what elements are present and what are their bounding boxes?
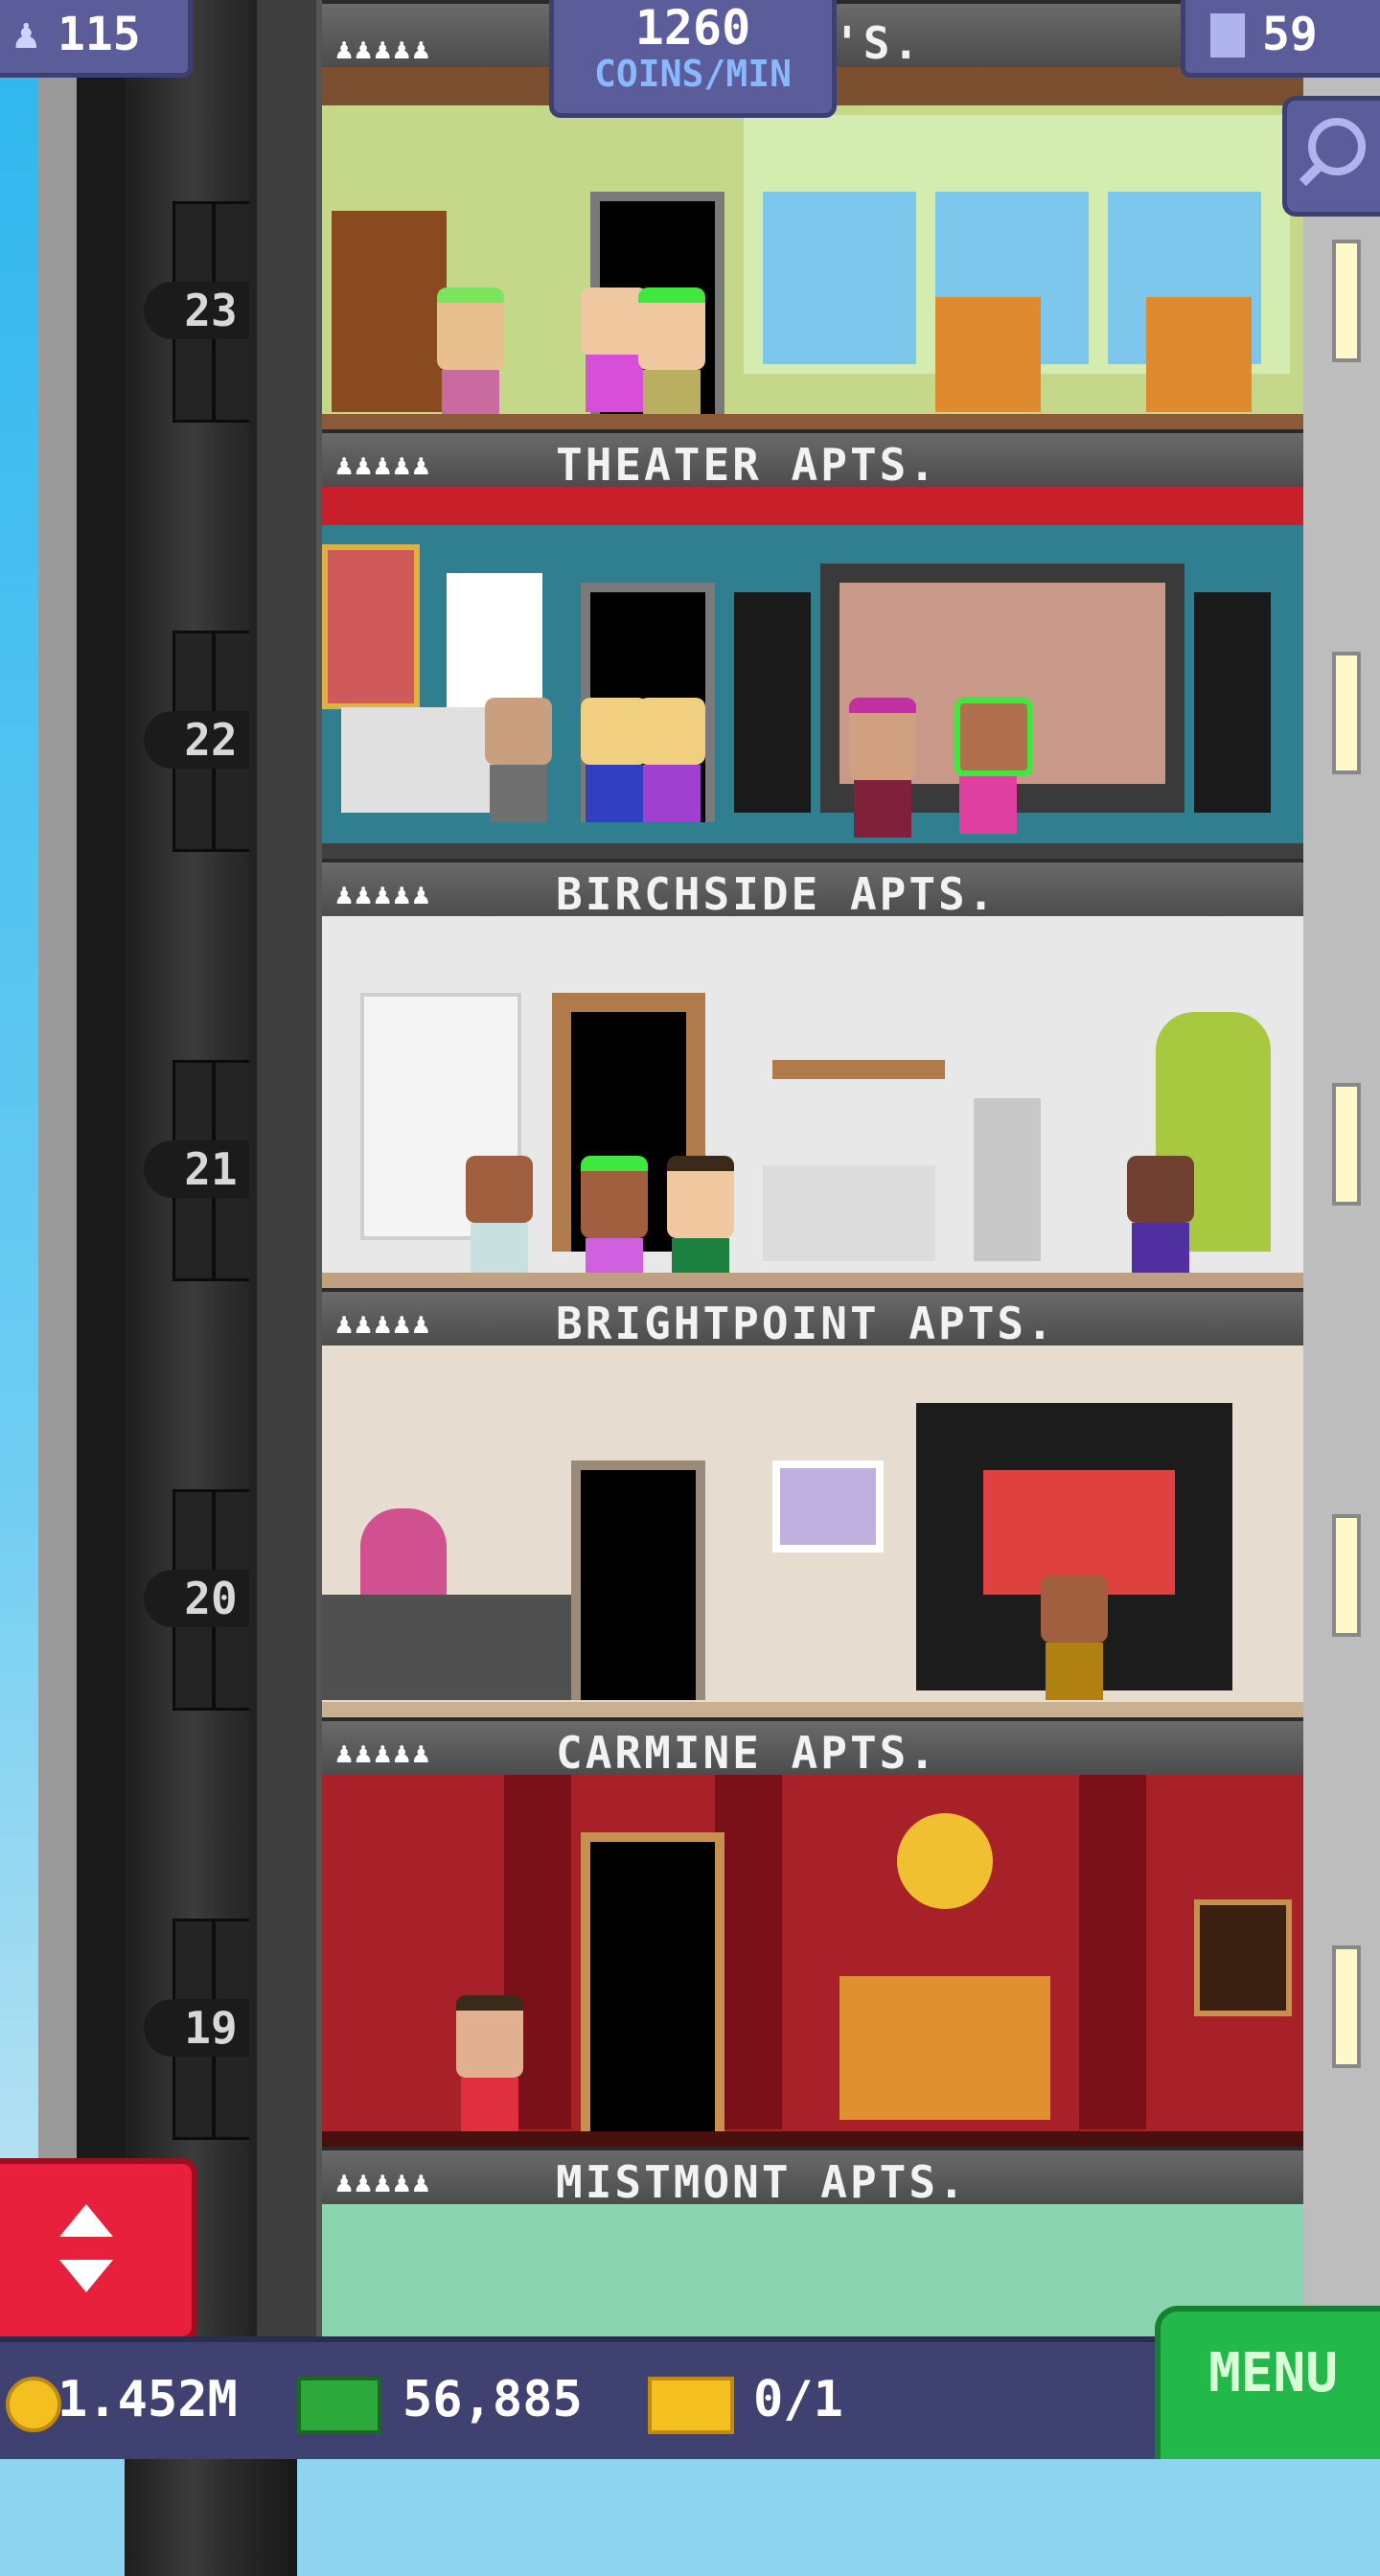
population-counter[interactable]: ♟ 115 bbox=[0, 0, 193, 78]
wall-painting bbox=[772, 1460, 884, 1552]
sofa bbox=[341, 707, 504, 813]
resident-sprite[interactable] bbox=[954, 698, 1033, 834]
shaft-right-wall bbox=[249, 0, 324, 2453]
floor-strip bbox=[322, 843, 1303, 859]
resident-icons: ♟♟♟♟♟ bbox=[335, 878, 432, 911]
armchair bbox=[935, 297, 1041, 412]
menu-button[interactable]: MENU bbox=[1155, 2306, 1380, 2459]
floor-strip bbox=[322, 2131, 1303, 2147]
floors-counter[interactable]: 59 bbox=[1181, 0, 1380, 78]
resident-sprite[interactable] bbox=[581, 1156, 648, 1288]
poster bbox=[322, 544, 420, 709]
floor-name: THEATER APTS. bbox=[556, 439, 939, 491]
room-apartment bbox=[322, 67, 1303, 429]
resident-icons: ♟♟♟♟♟ bbox=[335, 33, 432, 66]
population-value: 115 bbox=[58, 8, 141, 61]
elevator-button[interactable] bbox=[0, 2158, 197, 2342]
speaker bbox=[1194, 592, 1271, 813]
floor-name: CARMINE APTS. bbox=[556, 1727, 939, 1779]
floor-strip bbox=[322, 414, 1303, 429]
room-birchside bbox=[322, 916, 1303, 1288]
shaft-outer-wall bbox=[38, 0, 77, 2453]
floor-label-bar: ♟♟♟♟♟ BRIGHTPOINT APTS. bbox=[322, 1288, 1303, 1349]
elevator-down-arrow-icon bbox=[59, 2260, 113, 2292]
dining-table bbox=[322, 1595, 571, 1700]
floor-mistmont-apts[interactable]: ♟♟♟♟♟ MISTMONT APTS. bbox=[322, 2147, 1303, 2338]
ticket-icon bbox=[648, 2377, 734, 2434]
coins-per-minute-panel: 1260 COINS/MIN bbox=[549, 0, 837, 118]
tickets-value: 0/1 bbox=[753, 2371, 843, 2428]
person-icon: ♟ bbox=[13, 10, 39, 58]
floor-label-bar: ♟♟♟♟♟ THEATER APTS. bbox=[322, 429, 1303, 491]
resident-sprite[interactable] bbox=[456, 1995, 523, 2135]
floor-label-bar: ♟♟♟♟♟ MISTMONT APTS. bbox=[322, 2147, 1303, 2208]
armchair bbox=[1146, 297, 1252, 412]
room-theater bbox=[322, 487, 1303, 859]
building-window bbox=[1332, 652, 1361, 774]
zoom-button[interactable] bbox=[1282, 96, 1380, 217]
room-brightpoint bbox=[322, 1346, 1303, 1717]
window-pane bbox=[763, 192, 916, 364]
poster bbox=[447, 573, 542, 707]
floors-value: 59 bbox=[1262, 8, 1318, 61]
bed bbox=[840, 1976, 1050, 2120]
resident-sprite[interactable] bbox=[667, 1156, 734, 1288]
floor-brightpoint-apts[interactable]: ♟♟♟♟♟ BRIGHTPOINT APTS. bbox=[322, 1288, 1303, 1717]
resident-icons: ♟♟♟♟♟ bbox=[335, 2166, 432, 2199]
floor-birchside-apts[interactable]: ♟♟♟♟♟ BIRCHSIDE APTS. bbox=[322, 859, 1303, 1288]
resident-icons: ♟♟♟♟♟ bbox=[335, 1307, 432, 1341]
resident-sprite[interactable] bbox=[849, 698, 916, 838]
resident-sprite[interactable] bbox=[638, 698, 705, 822]
floor-label-bar: ♟♟♟♟♟ BIRCHSIDE APTS. bbox=[322, 859, 1303, 920]
pillar bbox=[1079, 1775, 1146, 2129]
resident-sprite[interactable] bbox=[437, 288, 504, 427]
building-icon bbox=[1210, 13, 1245, 58]
floor-name-partial: 'S. bbox=[834, 17, 923, 69]
bookshelf bbox=[332, 211, 447, 412]
apartment-door bbox=[571, 1460, 705, 1700]
wall-shelf bbox=[772, 1060, 945, 1079]
coin-icon bbox=[6, 2377, 61, 2432]
sky-background bbox=[0, 0, 38, 2453]
building-window bbox=[1332, 1945, 1361, 2068]
room-carmine bbox=[322, 1775, 1303, 2147]
resident-sprite[interactable] bbox=[485, 698, 552, 822]
building-window bbox=[1332, 240, 1361, 362]
sofa bbox=[763, 1165, 935, 1261]
elevator-up-arrow-icon bbox=[59, 2204, 113, 2237]
apartment-door bbox=[581, 1832, 724, 2139]
coins-rate-unit: COINS/MIN bbox=[594, 53, 792, 95]
bux-value: 56,885 bbox=[402, 2371, 583, 2428]
chandelier bbox=[897, 1813, 993, 1909]
resident-sprite[interactable] bbox=[638, 288, 705, 427]
resident-icons: ♟♟♟♟♟ bbox=[335, 1736, 432, 1770]
floor-carmine-apts[interactable]: ♟♟♟♟♟ CARMINE APTS. bbox=[322, 1717, 1303, 2147]
building-window bbox=[1332, 1514, 1361, 1637]
floor-name: BRIGHTPOINT APTS. bbox=[556, 1298, 1056, 1349]
coins-rate-value: 1260 bbox=[634, 0, 751, 56]
resident-sprite[interactable] bbox=[1041, 1576, 1108, 1700]
elevator-rail bbox=[77, 0, 125, 2453]
resident-sprite[interactable] bbox=[466, 1156, 533, 1280]
resident-sprite[interactable] bbox=[1127, 1156, 1194, 1280]
bux-icon bbox=[297, 2377, 381, 2434]
speaker bbox=[734, 592, 811, 813]
floor-name: MISTMONT APTS. bbox=[556, 2156, 968, 2208]
building-window bbox=[1332, 1083, 1361, 1206]
coins-value: 1.452M bbox=[58, 2371, 238, 2428]
floor-lamp bbox=[974, 1098, 1041, 1261]
floor-label-bar: ♟♟♟♟♟ CARMINE APTS. bbox=[322, 1717, 1303, 1779]
floor-theater-apts[interactable]: ♟♟♟♟♟ THEATER APTS. bbox=[322, 429, 1303, 859]
pillar bbox=[715, 1775, 782, 2129]
floor-strip bbox=[322, 1273, 1303, 1288]
ceiling-trim bbox=[322, 487, 1303, 525]
floor-strip bbox=[322, 1702, 1303, 1717]
wall-painting bbox=[1194, 1899, 1292, 2016]
floor-name: BIRCHSIDE APTS. bbox=[556, 868, 998, 920]
resident-icons: ♟♟♟♟♟ bbox=[335, 448, 432, 482]
